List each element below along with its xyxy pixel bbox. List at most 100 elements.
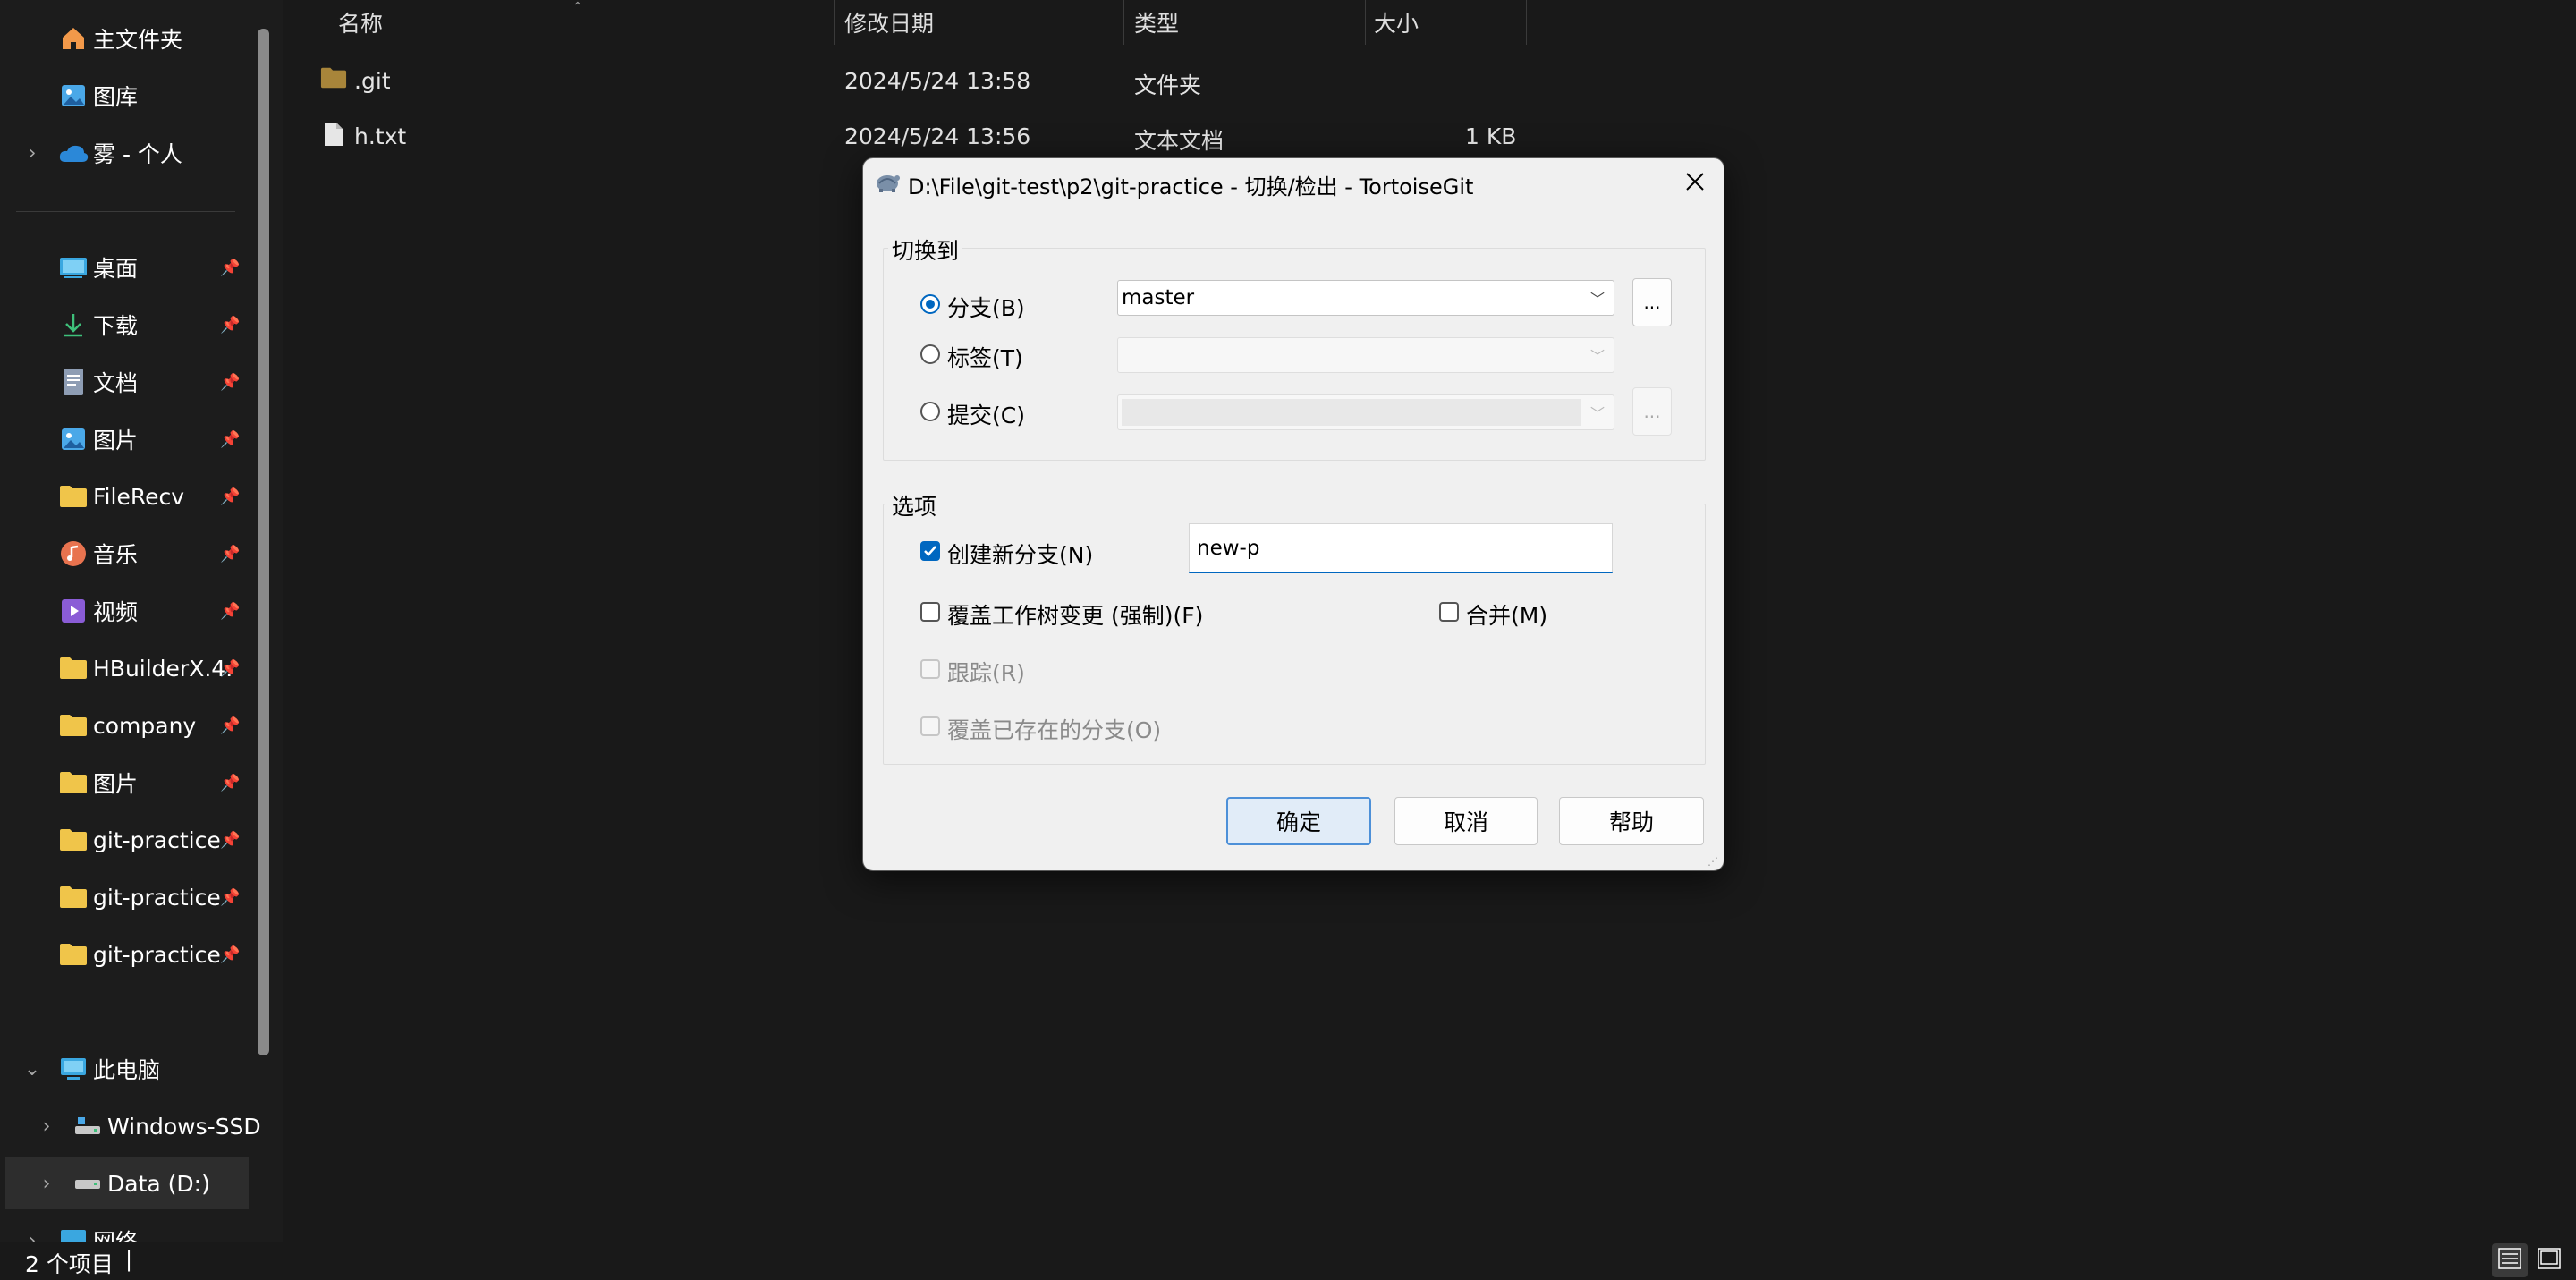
create-branch-checkbox[interactable]	[920, 541, 940, 561]
chevron-right-icon[interactable]: ›	[36, 1173, 57, 1195]
sidebar-item-label: 视频	[93, 599, 139, 625]
pin-icon[interactable]: 📌	[220, 373, 240, 392]
column-divider[interactable]	[1526, 0, 1527, 45]
pin-icon[interactable]: 📌	[220, 831, 240, 850]
sidebar-item-hbuilderx[interactable]: HBuilderX.4. 📌	[0, 642, 259, 694]
sidebar-item-label: Data (D:)	[107, 1170, 210, 1197]
pin-icon[interactable]: 📌	[220, 487, 240, 506]
switch-checkout-dialog: D:\File\git-test\p2\git-practice - 切换/检出…	[862, 157, 1724, 871]
override-branch-checkbox[interactable]	[920, 716, 940, 736]
divider	[16, 211, 235, 212]
tortoisegit-icon	[874, 169, 901, 198]
pin-icon[interactable]: 📌	[220, 945, 240, 964]
ok-button-label: 确定	[1275, 810, 1321, 835]
sidebar-item-pictures[interactable]: 图片 📌	[0, 413, 259, 465]
column-header-label: 类型	[1134, 11, 1180, 37]
music-icon	[57, 538, 89, 570]
pin-icon[interactable]: 📌	[220, 774, 240, 793]
sidebar-item-network[interactable]: › 网络	[0, 1215, 259, 1242]
gallery-icon	[57, 80, 89, 112]
tag-radio[interactable]	[920, 344, 940, 364]
sidebar-item-git-practice-1[interactable]: git-practice 📌	[0, 814, 259, 866]
cancel-button[interactable]: 取消	[1394, 797, 1538, 845]
chevron-right-icon[interactable]: ›	[21, 142, 43, 165]
merge-label[interactable]: 合并(M)	[1466, 598, 1547, 631]
sidebar-item-windows-ssd[interactable]: › Windows-SSD	[0, 1100, 261, 1152]
sidebar-item-documents[interactable]: 文档 📌	[0, 356, 259, 408]
branch-radio-label[interactable]: 分支(B)	[947, 291, 1025, 323]
tag-select[interactable]: ﹀	[1117, 337, 1614, 373]
commit-radio[interactable]	[920, 402, 940, 421]
sidebar-item-label: git-practice	[93, 826, 221, 853]
chevron-down-icon[interactable]: ⌄	[21, 1058, 43, 1081]
chevron-right-icon[interactable]: ›	[36, 1115, 57, 1138]
cancel-button-label: 取消	[1443, 810, 1488, 835]
pin-icon[interactable]: 📌	[220, 716, 240, 735]
commit-browse-button[interactable]: ...	[1632, 387, 1672, 436]
sidebar-item-music[interactable]: 音乐 📌	[0, 528, 259, 580]
sidebar-item-label: 图片	[93, 428, 139, 454]
sidebar-item-label: 文档	[93, 370, 139, 396]
track-label[interactable]: 跟踪(R)	[947, 656, 1025, 688]
sidebar-item-videos[interactable]: 视频 📌	[0, 585, 259, 637]
drive-icon	[72, 1110, 104, 1142]
preview-view-button[interactable]	[2531, 1243, 2567, 1277]
sidebar-item-pictures-folder[interactable]: 图片 📌	[0, 757, 259, 809]
drive-icon	[72, 1167, 104, 1199]
force-label[interactable]: 覆盖工作树变更 (强制)(F)	[947, 598, 1203, 631]
pin-icon[interactable]: 📌	[220, 659, 240, 678]
resize-grip-icon[interactable]: ⋰	[1707, 854, 1722, 869]
folder-icon	[57, 709, 89, 742]
chevron-right-icon[interactable]: ›	[21, 1230, 43, 1242]
close-button[interactable]	[1675, 165, 1715, 201]
column-header-size[interactable]: 大小	[1374, 0, 1419, 45]
pin-icon[interactable]: 📌	[220, 259, 240, 277]
table-row[interactable]: .git 2024/5/24 13:58 文件夹	[283, 54, 1535, 107]
new-branch-name-input[interactable]	[1189, 523, 1613, 573]
sidebar-item-onedrive[interactable]: › 雾 - 个人	[0, 127, 259, 179]
table-row[interactable]: h.txt 2024/5/24 13:56 文本文档 1 KB	[283, 109, 1535, 163]
commit-radio-label[interactable]: 提交(C)	[947, 398, 1025, 430]
help-button[interactable]: 帮助	[1559, 797, 1704, 845]
sidebar-item-this-pc[interactable]: ⌄ 此电脑	[0, 1043, 259, 1095]
sidebar-item-home[interactable]: 主文件夹	[0, 13, 259, 64]
pin-icon[interactable]: 📌	[220, 316, 240, 335]
sidebar-item-company[interactable]: company 📌	[0, 699, 259, 751]
sidebar-item-label: company	[93, 712, 197, 739]
sidebar-item-downloads[interactable]: 下载 📌	[0, 299, 259, 351]
sidebar-scrollbar-thumb[interactable]	[258, 29, 269, 1055]
column-divider[interactable]	[834, 0, 835, 45]
sidebar-item-filerecv[interactable]: FileRecv 📌	[0, 470, 259, 522]
sidebar-item-desktop[interactable]: 桌面 📌	[0, 242, 259, 293]
force-checkbox[interactable]	[920, 602, 940, 622]
ok-button[interactable]: 确定	[1226, 797, 1371, 845]
branch-select[interactable]: master ﹀	[1117, 280, 1614, 316]
branch-browse-button[interactable]: ...	[1632, 278, 1672, 326]
pin-icon[interactable]: 📌	[220, 602, 240, 621]
column-header-type[interactable]: 类型	[1134, 0, 1179, 45]
merge-checkbox[interactable]	[1439, 602, 1459, 622]
pin-icon[interactable]: 📌	[220, 888, 240, 907]
details-view-button[interactable]	[2492, 1243, 2528, 1277]
track-checkbox[interactable]	[920, 659, 940, 679]
column-header-date[interactable]: 修改日期	[844, 0, 934, 45]
sidebar-item-data-d[interactable]: › Data (D:)	[5, 1157, 249, 1209]
onedrive-cloud-icon	[57, 137, 89, 169]
commit-select[interactable]: ﹀	[1117, 394, 1614, 430]
tag-radio-label[interactable]: 标签(T)	[947, 341, 1023, 373]
column-divider[interactable]	[1365, 0, 1366, 45]
close-icon	[1685, 172, 1705, 195]
column-header-name[interactable]: 名称	[338, 0, 383, 45]
sidebar-item-git-practice-2[interactable]: git-practice 📌	[0, 871, 259, 923]
desktop-icon	[57, 251, 89, 284]
pin-icon[interactable]: 📌	[220, 545, 240, 564]
pin-icon[interactable]: 📌	[220, 430, 240, 449]
document-icon	[57, 366, 89, 398]
override-branch-label[interactable]: 覆盖已存在的分支(O)	[947, 713, 1161, 745]
preview-view-icon	[2538, 1248, 2561, 1273]
branch-radio[interactable]	[920, 294, 940, 314]
sidebar-item-gallery[interactable]: 图库	[0, 70, 259, 122]
column-divider[interactable]	[1123, 0, 1124, 45]
create-branch-label[interactable]: 创建新分支(N)	[947, 538, 1093, 570]
sidebar-item-git-practice-3[interactable]: git-practice 📌	[0, 928, 259, 980]
